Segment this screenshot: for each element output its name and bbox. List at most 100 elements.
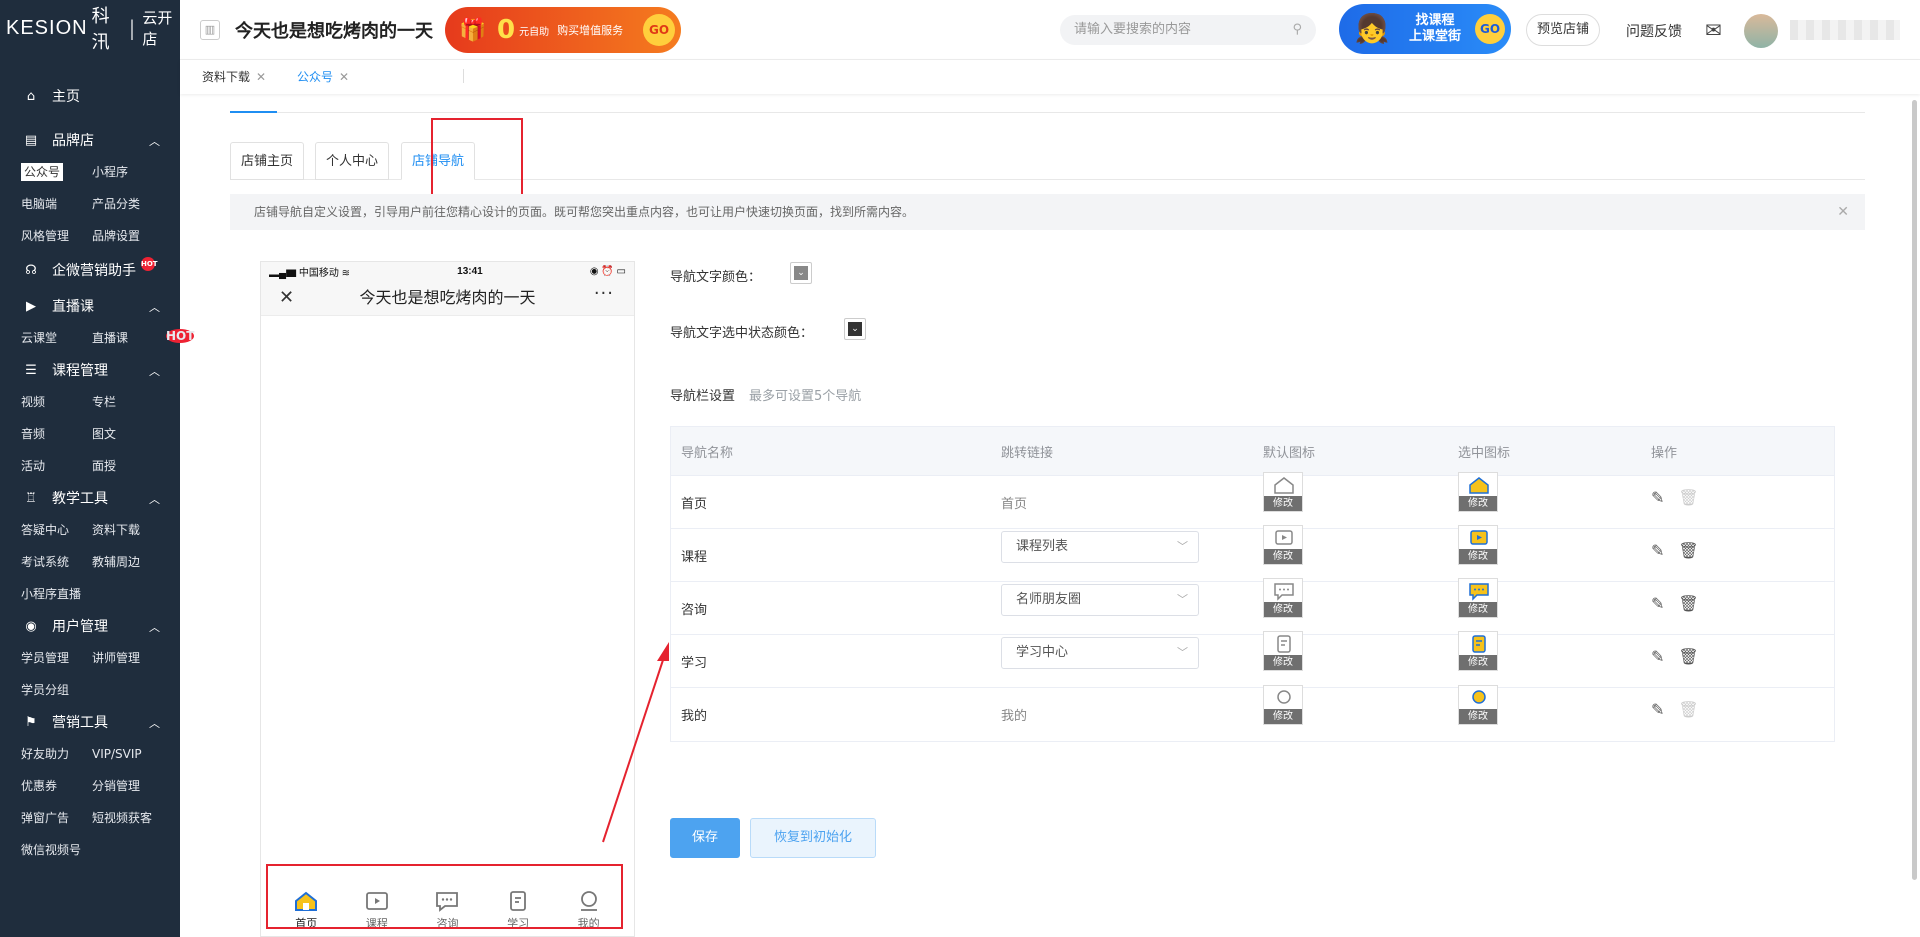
link-select[interactable]: 名师朋友圈 ﹀ — [1001, 584, 1199, 616]
sidebar-item-live-class[interactable]: 直播课 HOT — [92, 322, 195, 354]
delete-icon[interactable]: 🗑 — [1678, 594, 1698, 613]
default-icon-box[interactable]: 修改 — [1263, 472, 1303, 512]
sidebar-item-cloud-class[interactable]: 云课堂 — [21, 322, 92, 354]
sidebar-item-qa[interactable]: 答疑中心 — [21, 514, 92, 546]
edit-icon[interactable]: ✎ — [1651, 541, 1664, 560]
nav-name: 我的 — [681, 709, 708, 724]
delete-icon[interactable]: 🗑 — [1678, 647, 1698, 666]
value-added-banner[interactable]: 🎁 0 元自助 购买增值服务 GO — [445, 7, 681, 53]
navbar-hint: 最多可设置5个导航 — [749, 389, 862, 404]
sidebar-item-friend-help[interactable]: 好友助力 — [21, 738, 92, 770]
chevron-up-icon: ︿ — [149, 717, 160, 730]
column-header: 操作 — [1651, 445, 1678, 461]
promo-go-button[interactable]: GO — [1475, 14, 1505, 44]
save-button[interactable]: 保存 — [670, 818, 740, 858]
sidebar-item-home[interactable]: ⌂ 主页 — [0, 80, 180, 112]
sidebar-item-offline[interactable]: 面授 — [92, 450, 163, 482]
logo[interactable]: KESION 科汛 | 云开店 — [0, 0, 180, 56]
sidebar-section-users[interactable]: ◉ 用户管理 ︿ — [0, 610, 180, 642]
sidebar-item-gongzhonghao[interactable]: 公众号 — [21, 156, 92, 188]
store-switch-icon[interactable]: ▥ — [200, 20, 220, 40]
sidebar-item-brand-settings[interactable]: 品牌设置 — [92, 220, 163, 252]
sidebar-item-activity[interactable]: 活动 — [21, 450, 92, 482]
sidebar-section-course[interactable]: ☰ 课程管理 ︿ — [0, 354, 180, 386]
delete-icon[interactable]: 🗑 — [1678, 541, 1698, 560]
sidebar-item-article[interactable]: 图文 — [92, 418, 163, 450]
selected-icon-box[interactable]: 修改 — [1458, 578, 1498, 618]
selected-icon-box[interactable]: 修改 — [1458, 684, 1498, 725]
gift-icon: ⚑ — [25, 714, 37, 730]
mail-icon[interactable]: ✉ — [1705, 18, 1722, 42]
section-label: 直播课 — [52, 299, 94, 315]
sidebar-item-video[interactable]: 视频 — [21, 386, 92, 418]
table-row: 咨询 名师朋友圈 ﹀ 修改 修改 ✎ 🗑 — [671, 578, 1834, 635]
sidebar-item-short-video[interactable]: 短视频获客 — [92, 802, 163, 834]
search-input[interactable]: 请输入要搜索的内容 ⚲ — [1060, 15, 1316, 45]
tab-personal-center[interactable]: 个人中心 — [315, 142, 389, 180]
avatar[interactable] — [1744, 14, 1778, 48]
sidebar-item-distribution[interactable]: 分销管理 — [92, 770, 163, 802]
edit-icon[interactable]: ✎ — [1651, 488, 1664, 507]
sidebar-item-audio[interactable]: 音频 — [21, 418, 92, 450]
delete-icon: 🗑 — [1678, 700, 1699, 719]
search-icon[interactable]: ⚲ — [1292, 15, 1302, 45]
sidebar-item-style[interactable]: 风格管理 — [21, 220, 92, 252]
sidebar-item-miniprogram[interactable]: 小程序 — [92, 156, 163, 188]
sidebar-item-column[interactable]: 专栏 — [92, 386, 163, 418]
banner-go-button[interactable]: GO — [643, 14, 675, 46]
sidebar-section-live[interactable]: ▶ 直播课 ︿ — [0, 290, 180, 322]
selected-icon-box[interactable]: 修改 — [1458, 631, 1498, 671]
sidebar-item-pc[interactable]: 电脑端 — [21, 188, 92, 220]
sidebar-item-product-category[interactable]: 产品分类 — [92, 188, 163, 220]
nav-text-color-picker[interactable]: ⌄ — [790, 262, 812, 284]
edit-icon[interactable]: ✎ — [1651, 647, 1664, 666]
sidebar-subitems-users: 学员管理 讲师管理 学员分组 — [0, 642, 180, 706]
close-icon[interactable]: ✕ — [1837, 194, 1849, 230]
selected-icon-box[interactable]: 修改 — [1458, 472, 1498, 512]
open-tab-downloads[interactable]: 资料下载 ✕ — [202, 68, 266, 85]
link-select[interactable]: 学习中心 ﹀ — [1001, 637, 1199, 669]
sidebar-section-brand-store[interactable]: ▤ 品牌店 ︿ — [0, 124, 180, 156]
sidebar-item-students[interactable]: 学员管理 — [21, 642, 92, 674]
sidebar-item-exam[interactable]: 考试系统 — [21, 546, 92, 578]
sidebar-item-downloads[interactable]: 资料下载 — [92, 514, 163, 546]
sidebar-item-materials[interactable]: 教辅周边 — [92, 546, 163, 578]
default-icon-box[interactable]: 修改 — [1263, 578, 1303, 618]
sidebar-item-label: 直播课 — [92, 331, 129, 345]
edit-icon[interactable]: ✎ — [1651, 594, 1664, 613]
edit-icon[interactable]: ✎ — [1651, 700, 1664, 719]
sidebar-item-popup-ads[interactable]: 弹窗广告 — [21, 802, 92, 834]
nav-name: 首页 — [681, 496, 708, 512]
scrollbar[interactable] — [1912, 100, 1917, 880]
column-header: 跳转链接 — [1001, 445, 1054, 461]
sidebar-item-coupons[interactable]: 优惠券 — [21, 770, 92, 802]
home-icon: ⌂ — [26, 88, 36, 104]
sidebar-item-teachers[interactable]: 讲师管理 — [92, 642, 163, 674]
store-title: 今天也是想吃烤肉的一天 — [235, 21, 433, 42]
sidebar-item-vip[interactable]: VIP/SVIP — [92, 738, 163, 770]
default-icon-box[interactable]: 修改 — [1263, 525, 1303, 565]
default-icon-box[interactable]: 修改 — [1263, 631, 1303, 671]
default-icon-box[interactable]: 修改 — [1263, 684, 1303, 725]
feedback-link[interactable]: 问题反馈 — [1626, 21, 1682, 41]
course-street-promo[interactable]: 👧 找课程 上课堂街 GO — [1339, 4, 1511, 54]
sidebar-item-wechat-channels[interactable]: 微信视频号 — [21, 834, 92, 866]
sidebar-item-mini-live[interactable]: 小程序直播 — [21, 578, 92, 610]
reset-button[interactable]: 恢复到初始化 — [750, 818, 876, 858]
sidebar-item-groups[interactable]: 学员分组 — [21, 674, 92, 706]
promo-line2: 上课堂街 — [1409, 29, 1462, 44]
sidebar-section-marketing[interactable]: ⚑ 营销工具 ︿ — [0, 706, 180, 738]
close-icon[interactable]: ✕ — [256, 70, 266, 84]
sidebar-section-wecom[interactable]: ☊ 企微营销助手 HOT — [0, 254, 180, 286]
tab-store-home[interactable]: 店铺主页 — [230, 142, 304, 180]
open-tab-gongzhonghao[interactable]: 公众号 ✕ — [297, 68, 349, 85]
top-header: ▥ 今天也是想吃烤肉的一天 🎁 0 元自助 购买增值服务 GO 请输入要搜索的内… — [180, 0, 1920, 60]
link-select[interactable]: 课程列表 ﹀ — [1001, 531, 1199, 563]
promo-line1: 找课程 — [1415, 13, 1455, 28]
close-icon[interactable]: ✕ — [339, 70, 349, 84]
selected-icon-box[interactable]: 修改 — [1458, 525, 1498, 565]
sidebar-section-teaching[interactable]: ♖ 教学工具 ︿ — [0, 482, 180, 514]
username-blurred[interactable] — [1790, 20, 1900, 40]
nav-active-color-picker[interactable]: ⌄ — [844, 318, 866, 340]
preview-store-button[interactable]: 预览店铺 — [1526, 14, 1600, 46]
